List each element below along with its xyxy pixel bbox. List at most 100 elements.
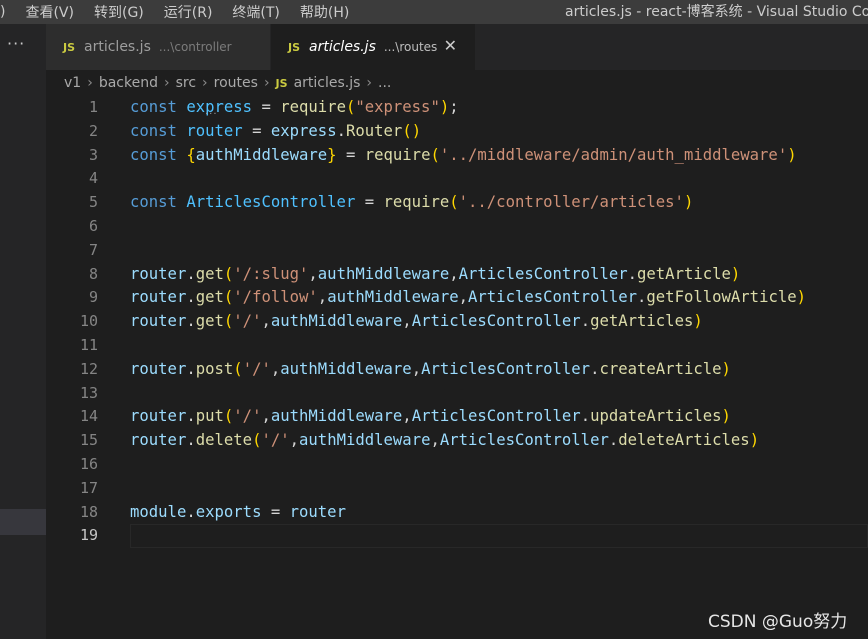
- code-token: require: [280, 98, 346, 116]
- line-number: 19: [79, 526, 98, 545]
- code-token: (: [345, 98, 356, 116]
- code-line[interactable]: 1 const express = require("express");: [46, 96, 868, 120]
- code-token: router: [130, 312, 187, 331]
- code-token: ,: [289, 431, 300, 450]
- code-line[interactable]: 2 const router = express.Router(): [46, 120, 868, 144]
- code-line[interactable]: 15 router.delete('/',authMiddleware,Artic…: [46, 429, 868, 453]
- code-text: router.get('/follow',authMiddleware,Arti…: [130, 286, 806, 310]
- menu-item-view[interactable]: 查看(V): [25, 2, 74, 22]
- code-line[interactable]: 5 const ArticlesController = require('../…: [46, 191, 868, 215]
- code-text: const express = require("express");: [130, 96, 459, 120]
- sidebar-selected-item[interactable]: [0, 509, 46, 535]
- code-line[interactable]: 8 router.get('/:slug',authMiddleware,Arti…: [46, 263, 868, 287]
- code-token: .: [580, 312, 591, 331]
- close-icon[interactable]: ✕: [444, 36, 457, 55]
- sidebar: ···: [0, 24, 46, 639]
- code-token: authMiddleware: [299, 431, 431, 450]
- code-text: module.exports = router: [130, 501, 346, 525]
- code-token: ArticlesController: [421, 359, 591, 378]
- menu-item-run[interactable]: 运行(R): [164, 2, 213, 22]
- code-line[interactable]: 9 router.get('/follow',authMiddleware,Art…: [46, 286, 868, 310]
- code-token: ArticlesController: [411, 312, 581, 331]
- breadcrumb-item-v1[interactable]: v1: [64, 75, 81, 91]
- code-token: Router: [345, 121, 403, 140]
- code-token: ,: [430, 431, 440, 450]
- code-token: (: [223, 407, 234, 426]
- code-token: router: [130, 431, 187, 450]
- code-text: router.get('/:slug',authMiddleware,Artic…: [130, 263, 740, 287]
- code-token: ,: [270, 359, 281, 378]
- code-token: authMiddleware: [270, 312, 403, 331]
- code-token: put: [195, 407, 224, 426]
- code-token: createArticle: [599, 359, 722, 378]
- menu-item-terminal[interactable]: 终端(T): [232, 2, 279, 22]
- code-token: get: [195, 264, 224, 283]
- tab-articles-routes[interactable]: JS articles.js ...\routes ✕: [271, 24, 475, 70]
- breadcrumb-item-backend[interactable]: backend: [99, 75, 158, 91]
- code-line[interactable]: 12 router.post('/',authMiddleware,Article…: [46, 358, 868, 382]
- code-token: .: [637, 288, 647, 307]
- code-token: .: [608, 431, 619, 450]
- code-token: router: [130, 359, 187, 378]
- code-line[interactable]: 18 module.exports = router: [46, 501, 868, 525]
- line-number: 8: [88, 264, 98, 283]
- code-line[interactable]: 16: [46, 453, 868, 477]
- breadcrumb-item-routes[interactable]: routes: [214, 75, 258, 91]
- quick-fix-hint-icon[interactable]: ···: [205, 109, 218, 120]
- code-line[interactable]: 11: [46, 334, 868, 358]
- code-token: ,: [308, 264, 318, 283]
- code-token: {: [186, 145, 196, 164]
- code-text: router.delete('/',authMiddleware,Article…: [130, 429, 759, 453]
- code-token: require: [383, 193, 450, 212]
- code-line[interactable]: 13: [46, 382, 868, 406]
- code-token: (: [233, 359, 243, 378]
- code-line[interactable]: 7: [46, 239, 868, 263]
- line-number: 13: [79, 383, 98, 402]
- code-token: ): [439, 98, 450, 116]
- breadcrumb-item-symbols[interactable]: ...: [378, 75, 391, 91]
- code-token: const: [130, 121, 187, 140]
- line-number: 5: [88, 193, 98, 212]
- line-number: 4: [88, 169, 98, 188]
- code-editor[interactable]: 1 const express = require("express"); 2 con…: [46, 96, 868, 639]
- line-number: 7: [88, 240, 98, 259]
- tab-articles-controller[interactable]: JS articles.js ...\controller: [46, 24, 271, 70]
- code-line[interactable]: 3 const {authMiddleware} = require('../mi…: [46, 144, 868, 168]
- code-token: require: [364, 145, 431, 164]
- code-token: router: [186, 121, 243, 140]
- code-token: =: [336, 145, 365, 164]
- line-number: 2: [88, 121, 98, 140]
- code-token: ArticlesController: [411, 407, 581, 426]
- code-line[interactable]: 6: [46, 215, 868, 239]
- code-line[interactable]: 17: [46, 477, 868, 501]
- code-token: '/': [233, 407, 262, 426]
- more-actions-icon[interactable]: ···: [7, 34, 25, 53]
- code-token: post: [195, 359, 234, 378]
- code-token: '../controller/articles': [458, 193, 684, 212]
- menu-item-partial[interactable]: ): [0, 4, 5, 20]
- code-token: .: [186, 431, 196, 450]
- line-number: 10: [79, 312, 98, 331]
- chevron-right-icon: ›: [87, 75, 93, 91]
- line-number: 15: [79, 431, 98, 450]
- code-token: router: [130, 264, 187, 283]
- code-token: authMiddleware: [195, 145, 328, 164]
- code-line[interactable]: 4: [46, 167, 868, 191]
- code-token: ;: [449, 98, 459, 116]
- javascript-file-icon: JS: [288, 40, 301, 54]
- menu-item-go[interactable]: 转到(G): [94, 2, 144, 22]
- breadcrumb-item-src[interactable]: src: [176, 75, 196, 91]
- code-line[interactable]: 14 router.put('/',authMiddleware,Articles…: [46, 405, 868, 429]
- code-line[interactable]: 19: [46, 524, 868, 549]
- line-number: 12: [79, 359, 98, 378]
- code-token: getArticle: [637, 264, 731, 283]
- code-token: const: [130, 98, 187, 116]
- breadcrumb-item-file[interactable]: articles.js: [294, 75, 361, 91]
- menu-item-help[interactable]: 帮助(H): [300, 2, 349, 22]
- code-token: =: [355, 193, 384, 212]
- code-token: ,: [411, 359, 422, 378]
- code-token: (: [223, 312, 234, 331]
- line-number: 6: [88, 217, 98, 235]
- code-line[interactable]: 10 router.get('/',authMiddleware,Articles…: [46, 310, 868, 334]
- chevron-right-icon: ›: [202, 75, 208, 91]
